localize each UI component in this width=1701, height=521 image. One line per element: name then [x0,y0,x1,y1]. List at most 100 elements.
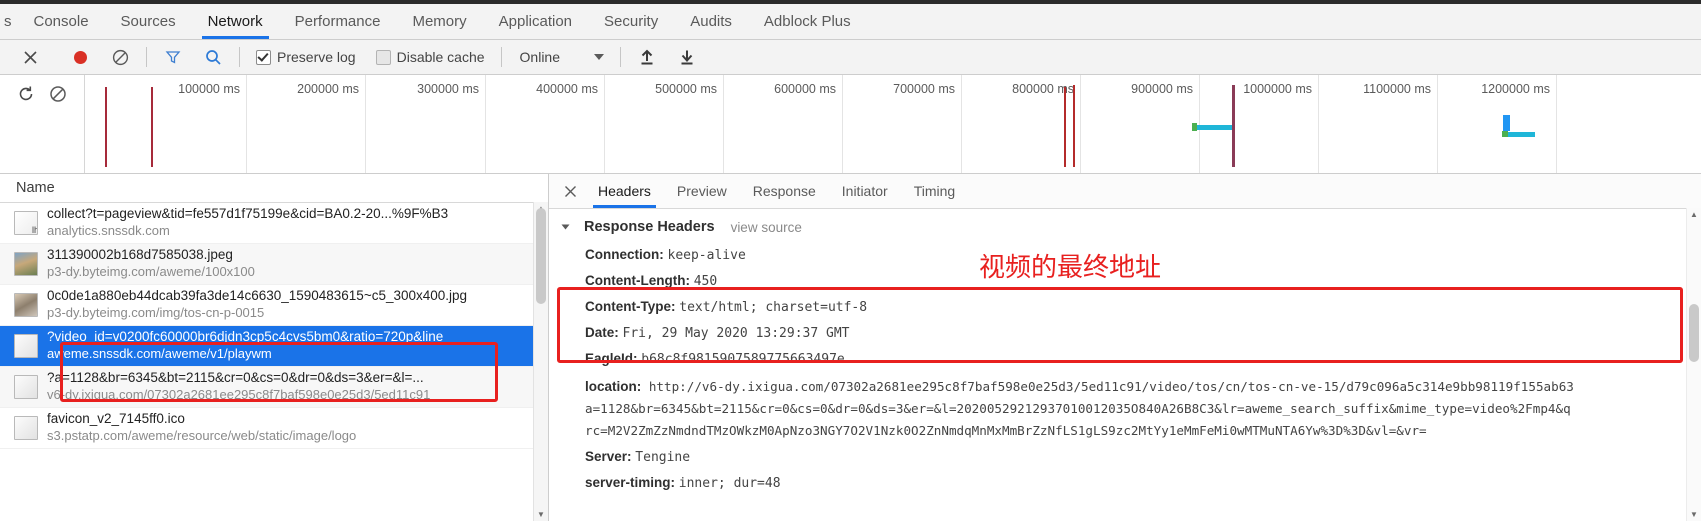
export-har-button[interactable] [667,40,707,74]
details-tab-timing[interactable]: Timing [901,174,969,208]
timeline-tick-label: 800000 ms [1012,82,1074,96]
close-details-button[interactable] [555,174,585,208]
location-line-2: a=1128&br=6345&bt=2115&cr=0&cs=0&dr=0&ds… [585,401,1571,416]
tab-console[interactable]: Console [18,4,105,39]
requests-column-header[interactable]: Name [0,174,548,203]
request-domain: v6-dy.ixigua.com/07302a2681ee295c8f7baf5… [47,387,431,403]
header-row: EagleId: b68c8f9815907589775663497e [585,350,1701,368]
devtools-window: s Console Sources Network Performance Me… [0,0,1701,521]
timeline-tick-label: 100000 ms [178,82,240,96]
scrollbar-thumb[interactable] [536,208,546,304]
timeline-request-bar [1505,132,1535,137]
close-icon [23,50,37,64]
timeline-tick-label: 200000 ms [297,82,359,96]
details-scrollbar[interactable]: ▲ ▼ [1686,208,1701,521]
tab-security[interactable]: Security [588,4,674,39]
scroll-up-icon[interactable]: ▲ [1687,208,1701,221]
tab-label: Preview [676,183,727,199]
timeline-gridline [485,75,486,173]
download-icon [681,50,693,65]
tab-network[interactable]: Network [192,4,279,39]
tab-sources[interactable]: Sources [105,4,192,39]
details-tab-headers[interactable]: Headers [585,174,664,208]
header-name: Connection: [585,247,668,262]
header-value: b68c8f9815907589775663497e [641,352,845,367]
details-tab-initiator[interactable]: Initiator [829,174,901,208]
timeline-gridline [1199,75,1200,173]
import-har-button[interactable] [627,40,667,74]
request-text: ?video_id=v0200fc60000br6djdn3cp5c4cvs5b… [47,329,443,362]
timeline-gridline [723,75,724,173]
preserve-log-label: Preserve log [277,49,356,65]
clear-button[interactable] [100,40,140,74]
request-domain: aweme.snssdk.com/aweme/v1/playwm [47,346,272,362]
tab-label: s [4,13,12,30]
tab-label: Response [752,183,816,199]
checkbox-box [375,49,391,65]
table-row[interactable]: ?a=1128&br=6345&bt=2115&cr=0&cs=0&dr=0&d… [0,367,548,408]
response-headers-section-header[interactable]: Response Headers view source [561,219,1701,235]
table-row[interactable]: ?video_id=v0200fc60000br6djdn3cp5c4cvs5b… [0,326,548,367]
filter-button[interactable] [153,40,193,74]
preserve-log-checkbox[interactable]: Preserve log [246,49,366,65]
search-button[interactable] [193,40,233,74]
timeline-request-bar [1073,85,1075,167]
requests-panel: Name lh collect?t=pageview&tid=fe557d1f75… [0,174,549,521]
timeline-gridline [961,75,962,173]
scroll-down-icon[interactable]: ▼ [534,508,548,521]
timeline-request-bar [1192,123,1197,131]
request-domain: analytics.snssdk.com [47,223,170,239]
record-icon [73,50,87,64]
location-value-part-1: http://v6-dy.ixigua.com/07302a2681ee295c… [648,379,1574,394]
details-tab-response[interactable]: Response [740,174,829,208]
tab-application[interactable]: Application [483,4,588,39]
details-tab-preview[interactable]: Preview [664,174,740,208]
table-row[interactable]: lh collect?t=pageview&tid=fe557d1f75199e&… [0,203,548,244]
reload-button[interactable] [17,85,35,106]
tab-label: Memory [412,13,467,30]
tab-label: Console [33,13,89,30]
tab-audits[interactable]: Audits [674,4,748,39]
tab-memory[interactable]: Memory [396,4,482,39]
throttling-select[interactable]: Online [508,49,604,65]
request-name: 0c0de1a880eb44dcab39fa3de14c6630_1590483… [47,288,468,304]
request-name: favicon_v2_7145ff0.ico [47,411,185,427]
tab-adblock-plus[interactable]: Adblock Plus [748,4,867,39]
scrollbar-thumb[interactable] [1689,304,1699,362]
overview-left-controls [0,75,84,173]
record-button[interactable] [60,40,100,74]
disable-cache-checkbox[interactable]: Disable cache [366,49,495,65]
overview-timeline-canvas[interactable]: 100000 ms 200000 ms 300000 ms 400000 ms 5000… [84,75,1701,173]
header-value: Tengine [635,450,691,465]
details-tab-bar: Headers Preview Response Initiator Timin… [549,174,1701,209]
requests-scrollbar[interactable]: ▲ ▼ [533,202,548,521]
request-type-icon [14,293,38,317]
close-icon [564,185,576,197]
request-text: collect?t=pageview&tid=fe557d1f75199e&ci… [47,206,448,239]
requests-list[interactable]: lh collect?t=pageview&tid=fe557d1f75199e&… [0,203,548,521]
throttling-value: Online [519,49,560,65]
table-row[interactable]: 0c0de1a880eb44dcab39fa3de14c6630_1590483… [0,285,548,326]
request-type-icon [14,416,38,440]
block-requests-button[interactable] [49,85,67,106]
tab-performance[interactable]: Performance [279,4,397,39]
view-source-link[interactable]: view source [731,220,802,235]
location-line-1: location: http://v6-dy.ixigua.com/07302a… [585,376,1701,398]
tab-sources-clipped[interactable]: s [0,4,18,39]
header-name: server-timing: [585,475,679,490]
timeline-request-bar [1196,125,1232,130]
request-domain: p3-dy.byteimg.com/aweme/100x100 [47,264,255,280]
header-name: EagleId: [585,351,642,366]
request-domain: p3-dy.byteimg.com/img/tos-cn-p-0015 [47,305,265,321]
tab-label: Adblock Plus [763,13,851,30]
headers-body: Response Headers view source Connection:… [549,209,1701,521]
search-icon [205,49,221,65]
table-row[interactable]: favicon_v2_7145ff0.ico s3.pstatp.com/awem… [0,408,548,449]
header-name: Content-Type: [585,299,680,314]
checkbox-box [256,49,271,65]
table-row[interactable]: 311390002b168d7585038.jpeg p3-dy.byteimg.… [0,244,548,285]
header-row: Content-Type: text/html; charset=utf-8 [585,298,1701,316]
chevron-down-icon[interactable] [561,224,570,230]
close-drawer-button[interactable] [0,40,60,74]
scroll-down-icon[interactable]: ▼ [1687,508,1701,521]
